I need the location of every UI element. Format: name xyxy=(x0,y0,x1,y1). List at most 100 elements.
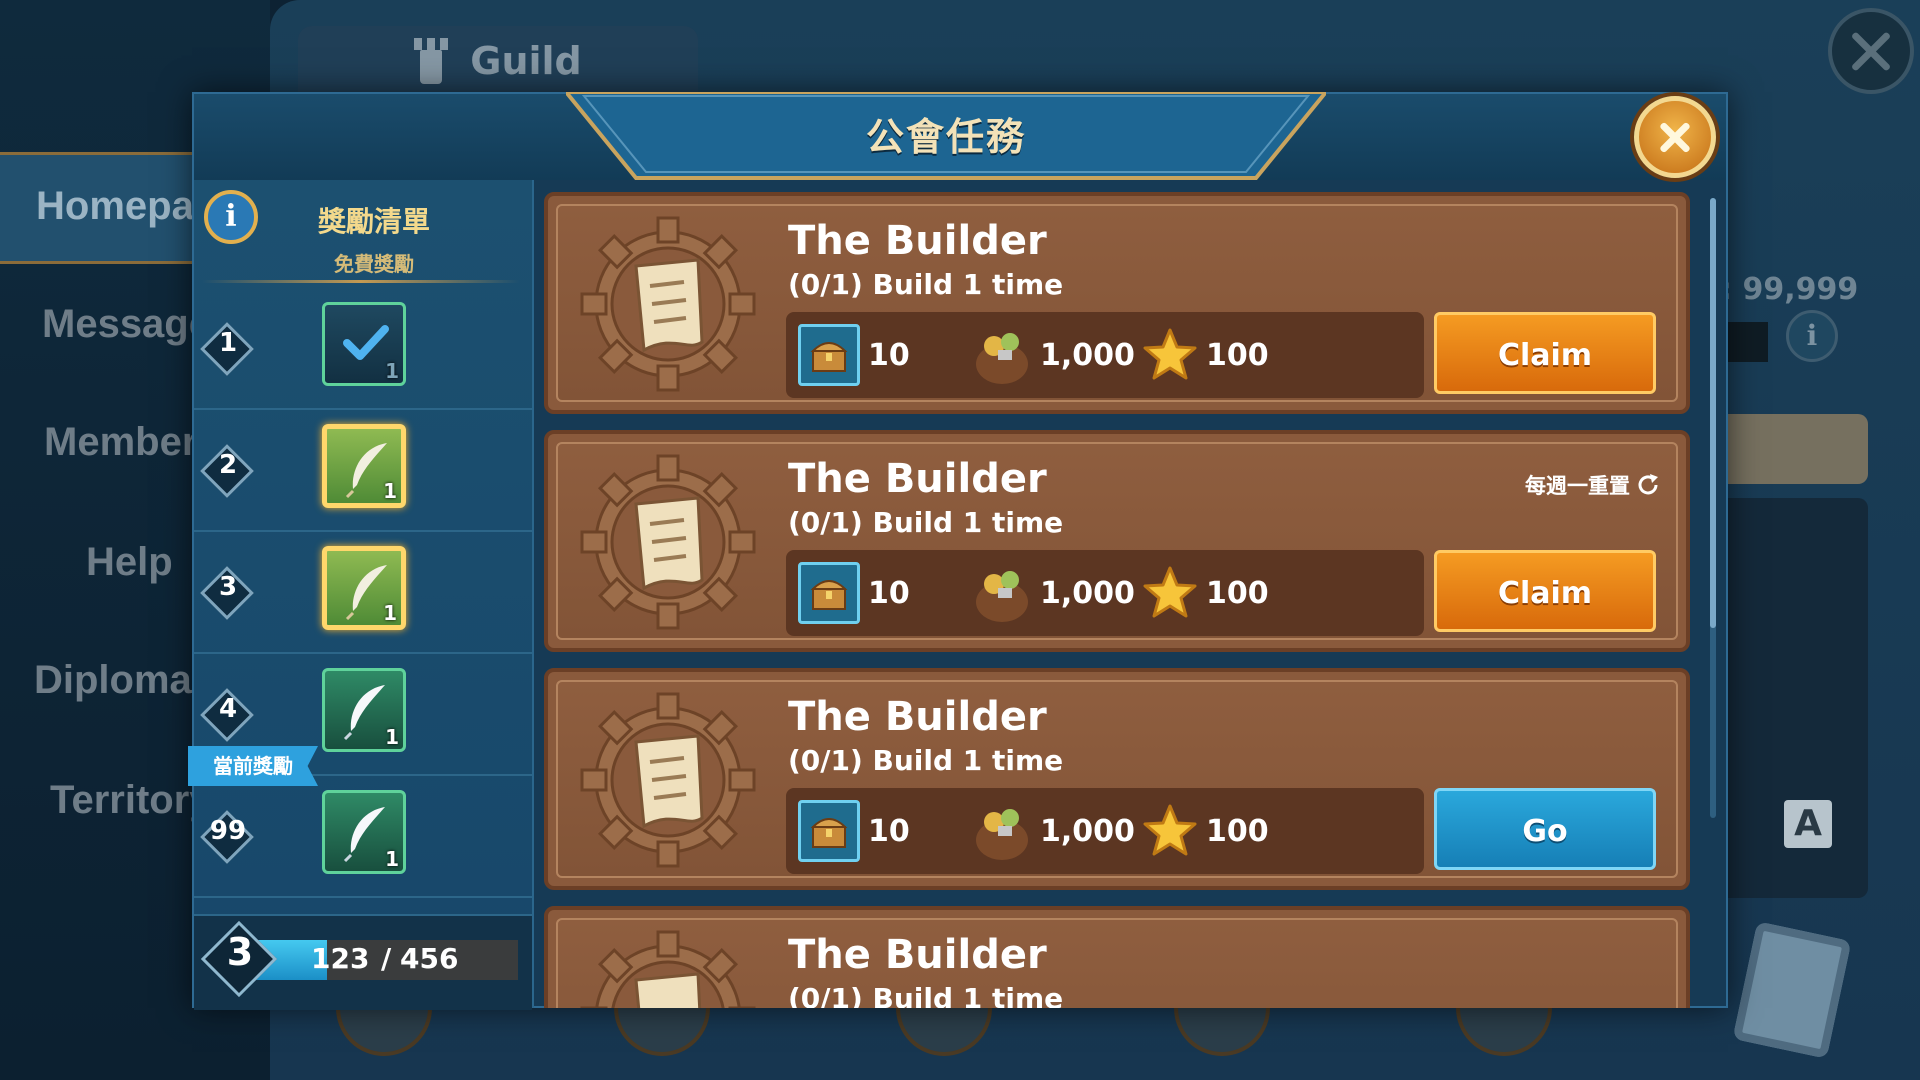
resource-sack-icon xyxy=(976,809,1028,860)
reward-tier-row[interactable]: 1 1 xyxy=(194,288,532,410)
sidebar-item-territory[interactable]: Territory xyxy=(50,778,212,823)
refresh-icon xyxy=(1638,474,1658,495)
tier-level: 99 xyxy=(209,816,247,846)
star-reward-amount: 100 xyxy=(1206,813,1269,849)
quest-scroll-gear-icon xyxy=(580,692,756,868)
chest-reward-amount: 10 xyxy=(868,337,910,373)
chest-reward-amount: 10 xyxy=(868,813,910,849)
resource-reward: 1,000 xyxy=(972,798,1135,864)
progress-max: 456 xyxy=(400,942,459,975)
reward-item-slot[interactable]: 1 xyxy=(322,790,406,874)
reward-list-header: i 獎勵清單 免費獎勵 xyxy=(194,180,532,288)
quest-title: The Builder xyxy=(788,694,1047,740)
quest-card: The Builder (0/1) Build 1 time 10 1,000 … xyxy=(544,192,1690,414)
resource-reward: 1,000 xyxy=(972,322,1135,388)
dialog-close-button[interactable] xyxy=(1634,96,1716,178)
star-reward: 100 xyxy=(1142,798,1269,864)
translate-icon[interactable]: A xyxy=(1784,800,1832,848)
guild-bar xyxy=(1728,322,1768,362)
quest-reward-strip: 10 1,000 100 xyxy=(786,550,1424,636)
quest-title: The Builder xyxy=(788,218,1047,264)
resource-sack-icon xyxy=(976,333,1028,384)
guild-tab[interactable]: Guild xyxy=(298,26,698,96)
quest-card: The Builder (0/1) Build 1 time 每週一重置 10 … xyxy=(544,430,1690,652)
quest-description: (0/1) Build 1 time xyxy=(788,506,1064,539)
quest-title: The Builder xyxy=(788,456,1047,502)
resource-sack-icon xyxy=(976,571,1028,622)
resource-reward: 1,000 xyxy=(972,560,1135,626)
reward-tier-row[interactable]: 99 1 xyxy=(194,776,532,898)
reward-progress: 3 123 / 456 xyxy=(194,914,532,1010)
quest-description: (0/1) Build 1 time xyxy=(788,268,1064,301)
tier-level: 3 xyxy=(218,572,238,602)
sidebar-item-message[interactable]: Message xyxy=(42,302,211,347)
quest-title: The Builder xyxy=(788,932,1047,978)
reward-tier-row[interactable]: 2 1 xyxy=(194,410,532,532)
checkmark-icon xyxy=(343,325,389,360)
title-plate: 公會任務 xyxy=(566,92,1326,180)
guild-quest-dialog: 公會任務 i 獎勵清單 免費獎勵 1 1 2 1 3 1 4 1 99 1 當前… xyxy=(188,92,1728,1010)
progress-separator: / xyxy=(381,942,392,975)
reward-item-count: 1 xyxy=(385,359,399,383)
quest-list[interactable]: The Builder (0/1) Build 1 time 10 1,000 … xyxy=(544,180,1709,1008)
sidebar-item-help[interactable]: Help xyxy=(86,540,173,585)
treasure-chest-icon xyxy=(798,800,860,862)
chest-reward: 10 xyxy=(798,322,910,388)
weekly-reset-label: 每週一重置 xyxy=(1525,470,1660,500)
guild-close-icon[interactable] xyxy=(1828,8,1914,94)
chest-reward: 10 xyxy=(798,798,910,864)
star-reward: 100 xyxy=(1142,560,1269,626)
quest-card: The Builder (0/1) Build 1 time xyxy=(544,906,1690,1008)
quest-scroll-gear-icon xyxy=(580,216,756,392)
claim-button[interactable]: Claim xyxy=(1434,312,1656,394)
reward-item-slot[interactable]: 1 xyxy=(322,546,406,630)
guild-info-icon[interactable]: i xyxy=(1786,310,1838,362)
star-reward-amount: 100 xyxy=(1206,575,1269,611)
sidebar-item-member[interactable]: Member xyxy=(44,420,197,465)
reward-list-title: 獎勵清單 xyxy=(317,205,430,238)
quest-scroll-gear-icon xyxy=(580,454,756,630)
reward-divider xyxy=(202,280,520,283)
quest-description: (0/1) Build 1 time xyxy=(788,982,1064,1008)
feather-icon xyxy=(343,685,385,741)
star-reward: 100 xyxy=(1142,322,1269,388)
reward-item-slot[interactable]: 1 xyxy=(322,424,406,508)
tier-level: 1 xyxy=(218,328,238,358)
reward-item-count: 1 xyxy=(385,725,399,749)
claim-button[interactable]: Claim xyxy=(1434,550,1656,632)
quest-scrollbar-thumb[interactable] xyxy=(1710,198,1716,628)
reward-item-slot[interactable]: 1 xyxy=(322,668,406,752)
star-reward-amount: 100 xyxy=(1206,337,1269,373)
go-button[interactable]: Go xyxy=(1434,788,1656,870)
guild-rook-icon xyxy=(414,38,449,84)
tier-level: 4 xyxy=(218,694,238,724)
quest-card: The Builder (0/1) Build 1 time 10 1,000 … xyxy=(544,668,1690,890)
star-icon xyxy=(1143,804,1197,856)
treasure-chest-icon xyxy=(798,324,860,386)
resource-reward-amount: 1,000 xyxy=(1040,337,1135,373)
reward-item-slot[interactable]: 1 xyxy=(322,302,406,386)
quest-scroll-gear-icon xyxy=(580,930,756,1008)
chest-reward: 10 xyxy=(798,560,910,626)
reward-tier-row[interactable]: 3 1 xyxy=(194,532,532,654)
star-icon xyxy=(1143,328,1197,380)
resource-reward-amount: 1,000 xyxy=(1040,813,1135,849)
reward-list-panel: i 獎勵清單 免費獎勵 1 1 2 1 3 1 4 1 99 1 當前獎勵 3 … xyxy=(188,180,534,1010)
feather-icon xyxy=(343,807,385,863)
guild-tab-label: Guild xyxy=(470,39,582,83)
reward-list-subtitle: 免費獎勵 xyxy=(334,252,414,276)
reward-item-count: 1 xyxy=(383,601,397,625)
tier-level: 2 xyxy=(218,450,238,480)
info-icon[interactable]: i xyxy=(204,190,258,244)
resource-reward-amount: 1,000 xyxy=(1040,575,1135,611)
treasure-chest-icon xyxy=(798,562,860,624)
quest-reward-strip: 10 1,000 100 xyxy=(786,788,1424,874)
current-reward-tag: 當前獎勵 xyxy=(188,746,318,786)
chest-reward-amount: 10 xyxy=(868,575,910,611)
reward-item-count: 1 xyxy=(385,847,399,871)
progress-current: 123 xyxy=(311,942,370,975)
reward-item-count: 1 xyxy=(383,479,397,503)
quest-reward-strip: 10 1,000 100 xyxy=(786,312,1424,398)
guild-value-text: : 99,999 xyxy=(1720,272,1859,307)
current-level: 3 xyxy=(226,930,254,974)
